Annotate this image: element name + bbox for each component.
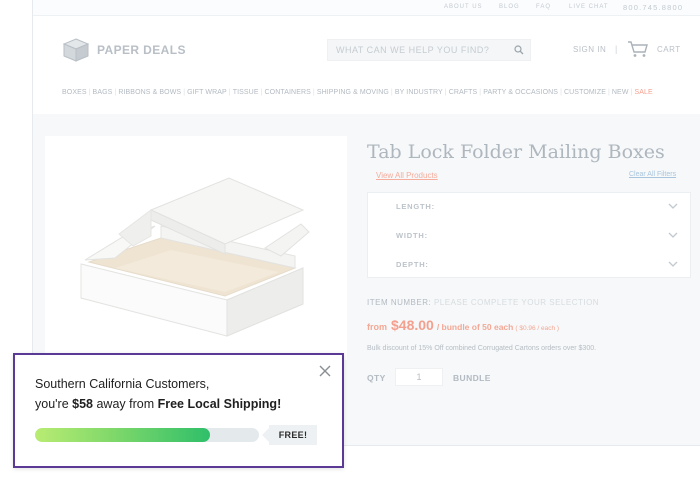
nav-divider: | xyxy=(560,89,562,96)
clear-all-filters-link[interactable]: Clear All Filters xyxy=(629,171,676,178)
nav-divider: | xyxy=(114,89,117,96)
nav-item-gift-wrap[interactable]: GIFT WRAP xyxy=(187,89,227,96)
shipping-progress-bar xyxy=(35,428,259,442)
search-box xyxy=(327,39,531,61)
price-from-label: from xyxy=(367,322,387,332)
shipping-progress-fill xyxy=(35,428,210,442)
qty-label: QTY xyxy=(367,373,386,383)
nav-item-crafts[interactable]: CRAFTS xyxy=(449,89,478,96)
item-number-value: PLEASE COMPLETE YOUR SELECTION xyxy=(433,298,600,307)
nav-item-ribbons-bows[interactable]: RIBBONS & BOWS xyxy=(118,89,181,96)
nav-item-sale[interactable]: SALE xyxy=(634,89,652,96)
free-tag-label: FREE! xyxy=(262,425,317,445)
nav-divider: | xyxy=(88,89,91,96)
nav-item-shipping-moving[interactable]: SHIPPING & MOVING xyxy=(317,89,389,96)
logo-text[interactable]: PAPER DEALS xyxy=(97,43,186,57)
search-input[interactable] xyxy=(328,40,508,60)
filter-length[interactable]: LENGTH: xyxy=(368,193,690,221)
quantity-input[interactable] xyxy=(395,368,443,386)
product-image[interactable] xyxy=(45,136,347,360)
cart-icon[interactable] xyxy=(627,40,649,58)
free-shipping-popup: Southern California Customers, you're $5… xyxy=(13,353,344,468)
nav-divider: | xyxy=(228,89,231,96)
view-all-products-link[interactable]: View All Products xyxy=(376,171,438,180)
popup-free-shipping-text: Free Local Shipping! xyxy=(157,397,282,411)
filter-depth-label: DEPTH: xyxy=(396,260,429,269)
nav-item-tissue[interactable]: TISSUE xyxy=(233,89,259,96)
nav-divider: | xyxy=(183,89,186,96)
popup-message-middle: away from xyxy=(93,397,158,411)
popup-message: you're $58 away from Free Local Shipping… xyxy=(35,397,281,411)
price-bundle: / bundle of 50 each xyxy=(436,322,514,332)
nav-divider: | xyxy=(444,89,447,96)
utility-link-faq[interactable]: FAQ xyxy=(536,4,551,10)
utility-link-live-chat[interactable]: LIVE CHAT xyxy=(569,4,609,10)
nav-item-boxes[interactable]: BOXES xyxy=(62,89,87,96)
chevron-down-icon xyxy=(668,261,678,267)
qty-unit: BUNDLE xyxy=(453,373,491,383)
header-separator: | xyxy=(615,44,618,54)
nav-divider: | xyxy=(630,89,633,96)
nav-divider: | xyxy=(479,89,482,96)
cart-link[interactable]: CART xyxy=(657,45,681,54)
nav-item-party-occasions[interactable]: PARTY & OCCASIONS xyxy=(483,89,558,96)
bulk-discount-note: Bulk discount of 15% Off combined Corrug… xyxy=(367,345,597,352)
price-line: from $48.00/ bundle of 50 each( $0.96 / e… xyxy=(367,317,559,335)
nav-item-bags[interactable]: BAGS xyxy=(93,89,113,96)
nav-item-containers[interactable]: CONTAINERS xyxy=(265,89,311,96)
utility-link-about[interactable]: ABOUT US xyxy=(444,4,483,10)
filter-length-label: LENGTH: xyxy=(396,202,435,211)
price-amount: $48.00 xyxy=(391,317,434,333)
popup-heading: Southern California Customers, xyxy=(35,377,210,391)
main-nav: BOXES | BAGS | RIBBONS & BOWS | GIFT WRAP | TISS… xyxy=(62,89,653,96)
search-icon xyxy=(514,45,524,55)
filter-width-label: WIDTH: xyxy=(396,231,428,240)
nav-item-by-industry[interactable]: BY INDUSTRY xyxy=(395,89,443,96)
nav-divider: | xyxy=(607,89,610,96)
nav-divider: | xyxy=(312,89,315,96)
search-button[interactable] xyxy=(508,40,530,60)
price-each: ( $0.96 / each ) xyxy=(515,325,560,332)
item-number-label: ITEM NUMBER: xyxy=(367,298,432,307)
chevron-down-icon xyxy=(668,203,678,209)
popup-amount-remaining: $58 xyxy=(72,397,93,411)
phone-number[interactable]: 800.745.8800 xyxy=(623,3,683,12)
product-title: Tab Lock Folder Mailing Boxes xyxy=(367,141,665,163)
filter-depth[interactable]: DEPTH: xyxy=(368,251,690,279)
mailing-box-image xyxy=(80,177,310,337)
chevron-down-icon xyxy=(668,232,678,238)
utility-link-blog[interactable]: BLOG xyxy=(499,4,520,10)
popup-message-prefix: you're xyxy=(35,397,73,411)
box-logo-icon[interactable] xyxy=(63,38,89,62)
close-icon[interactable] xyxy=(318,364,332,378)
utility-bar: ABOUT US BLOG FAQ LIVE CHAT 800.745.8800 xyxy=(33,0,700,16)
filter-panel: LENGTH: WIDTH: DEPTH: xyxy=(367,192,691,278)
nav-divider: | xyxy=(390,89,393,96)
nav-divider: | xyxy=(260,89,263,96)
filter-width[interactable]: WIDTH: xyxy=(368,222,690,250)
item-number: ITEM NUMBER: PLEASE COMPLETE YOUR SELECT… xyxy=(367,298,599,307)
nav-item-new[interactable]: NEW xyxy=(612,89,629,96)
sign-in-link[interactable]: SIGN IN xyxy=(573,45,606,54)
nav-item-customize[interactable]: CUSTOMIZE xyxy=(564,89,606,96)
